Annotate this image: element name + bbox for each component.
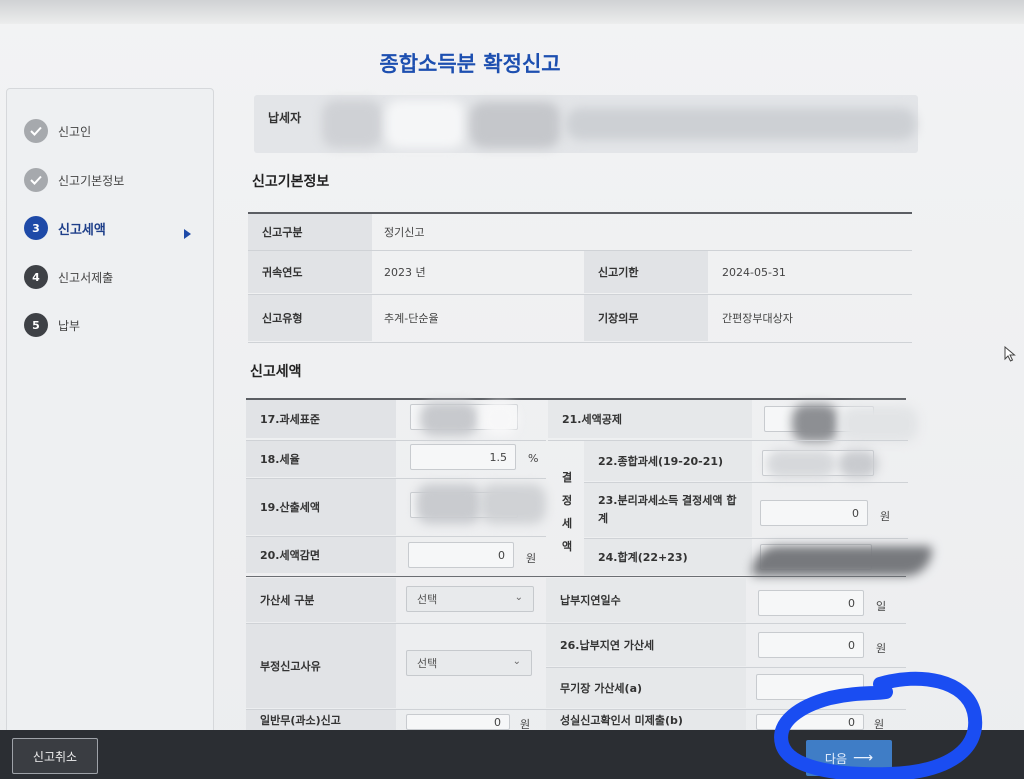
- year-label: 귀속연도: [248, 251, 372, 293]
- step-4-submit[interactable]: 4 신고서제출: [24, 264, 113, 290]
- step-number: 5: [24, 313, 48, 337]
- separate-tax-input[interactable]: 0: [760, 500, 868, 526]
- section-title-tax-amount: 신고세액: [250, 364, 302, 380]
- late-days-unit: 일: [876, 600, 887, 613]
- arrow-right-icon: ⟶: [853, 750, 874, 766]
- tax-reduction-input[interactable]: 0: [408, 542, 514, 568]
- deadline-value: 2024-05-31: [722, 265, 786, 279]
- tax-base-label: 17.과세표준: [246, 400, 396, 438]
- bookkeeping-value: 간편장부대상자: [722, 312, 793, 325]
- redacted-block: [470, 102, 560, 148]
- redacted-block: [482, 402, 518, 436]
- step-label: 신고인: [58, 124, 92, 139]
- penalty-type-selected: 선택: [417, 593, 438, 606]
- step-label: 납부: [58, 318, 81, 333]
- step-label: 신고세액: [58, 222, 106, 238]
- general-report-label: 일반무(과소)신고: [246, 710, 396, 730]
- redacted-block: [416, 484, 482, 524]
- total-label: 24.합계(22+23): [584, 539, 752, 575]
- next-button-label: 다음: [824, 751, 847, 766]
- row-divider: [248, 342, 912, 343]
- section-divider: [246, 576, 906, 577]
- redacted-block: [792, 404, 838, 442]
- fraud-reason-label: 부정신고사유: [246, 624, 396, 708]
- redacted-block: [420, 402, 478, 436]
- sincere-report-input[interactable]: 0: [756, 714, 864, 730]
- general-report-input[interactable]: 0: [406, 714, 510, 730]
- taxpayer-label: 납세자: [268, 111, 302, 125]
- year-value: 2023 년: [384, 266, 426, 279]
- redacted-block: [840, 406, 918, 442]
- separate-tax-unit: 원: [880, 510, 891, 523]
- tax-credit-label: 21.세액공제: [548, 400, 752, 438]
- decided-tax-vertical-label: 결 정 세 액: [561, 471, 573, 553]
- tax-reduction-unit: 원: [526, 552, 537, 565]
- no-book-penalty-label: 무기장 가산세(a): [546, 668, 746, 708]
- fraud-reason-select[interactable]: 선택 ⌄: [406, 650, 532, 676]
- redacted-block: [322, 100, 382, 148]
- step-3-tax-amount[interactable]: 3 신고세액: [24, 215, 106, 241]
- separate-tax-label: 23.분리과세소득 결정세액 합계: [584, 483, 752, 537]
- step-label: 신고기본정보: [58, 173, 125, 188]
- next-button[interactable]: 다음 ⟶: [806, 740, 892, 776]
- late-days-input[interactable]: 0: [758, 590, 864, 616]
- late-penalty-unit: 원: [876, 642, 887, 655]
- chevron-down-icon: ⌄: [514, 592, 523, 603]
- chevron-down-icon: ⌄: [512, 656, 521, 667]
- tax-rate-unit: %: [528, 452, 539, 465]
- section-title-basic-info: 신고기본정보: [252, 174, 330, 190]
- redacted-block: [752, 546, 932, 576]
- tax-reduction-label: 20.세액감면: [246, 537, 396, 573]
- deadline-label: 신고기한: [584, 251, 708, 293]
- global-tax-label: 22.종합과세(19-20-21): [584, 441, 752, 481]
- bookkeeping-label: 기장의무: [584, 295, 708, 341]
- late-penalty-label: 26.납부지연 가산세: [546, 624, 746, 666]
- penalty-type-select[interactable]: 선택 ⌄: [406, 586, 534, 612]
- step-label: 신고서제출: [58, 270, 114, 285]
- penalty-type-label: 가산세 구분: [246, 578, 396, 622]
- check-icon: [24, 119, 48, 143]
- step-2-basic-info[interactable]: 신고기본정보: [24, 167, 124, 193]
- fraud-reason-selected: 선택: [417, 657, 438, 670]
- computed-tax-label: 19.산출세액: [246, 479, 396, 535]
- mouse-cursor-icon: [1004, 345, 1016, 365]
- late-days-label: 납부지연일수: [546, 578, 746, 622]
- step-number: 4: [24, 265, 48, 289]
- cancel-report-button[interactable]: 신고취소: [12, 738, 98, 774]
- report-type-label: 신고구분: [248, 214, 372, 250]
- redacted-block: [566, 108, 916, 140]
- redacted-block: [838, 450, 878, 478]
- page-title: 종합소득분 확정신고: [379, 52, 561, 76]
- redacted-block: [480, 484, 546, 524]
- step-number: 3: [24, 216, 48, 240]
- monitor-top-edge: [0, 0, 1024, 24]
- report-type-value: 정기신고: [384, 226, 425, 239]
- late-penalty-input[interactable]: 0: [758, 632, 864, 658]
- step-1-reporter[interactable]: 신고인: [24, 118, 91, 144]
- filing-type-value: 추계-단순율: [384, 312, 439, 325]
- tax-rate-input[interactable]: 1.5: [410, 444, 516, 470]
- step-5-payment[interactable]: 5 납부: [24, 312, 80, 338]
- redacted-block: [386, 100, 464, 148]
- active-step-arrow-icon: [184, 229, 191, 239]
- redacted-block: [766, 450, 836, 478]
- no-book-penalty-input[interactable]: [756, 674, 864, 700]
- check-icon: [24, 168, 48, 192]
- tax-rate-label: 18.세율: [246, 441, 396, 477]
- filing-type-label: 신고유형: [248, 295, 372, 341]
- sincere-report-label: 성실신고확인서 미제출(b): [546, 710, 746, 730]
